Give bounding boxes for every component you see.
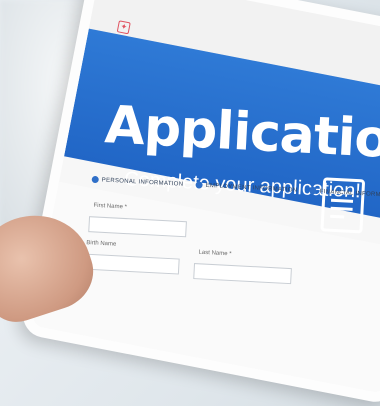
bookmark-icon[interactable]: ✦ [116,20,131,35]
birth-name-label: Birth Name [86,240,117,248]
tab-financial-information[interactable]: FINANCIAL INFORMATION [309,187,380,200]
tab-employment-information[interactable]: EMPLOYMENT INFORMATION [195,181,298,194]
birth-name-field[interactable] [80,253,180,275]
tab-label: EMPLOYMENT INFORMATION [205,182,298,194]
last-name-field[interactable] [193,263,292,285]
last-name-label: Last Name * [198,249,232,258]
step-dot-icon [91,175,99,184]
page-title: Application [103,95,380,172]
step-dot-icon [195,181,203,189]
tab-label: FINANCIAL INFORMATION [319,188,380,200]
first-name-label: First Name * [93,202,128,211]
first-name-field[interactable] [88,216,187,238]
step-dot-icon [309,187,317,195]
tab-personal-information[interactable]: PERSONAL INFORMATION [91,175,184,188]
tablet-screen: ✦ Application Complete your application!… [19,0,380,406]
tab-label: PERSONAL INFORMATION [101,177,184,188]
